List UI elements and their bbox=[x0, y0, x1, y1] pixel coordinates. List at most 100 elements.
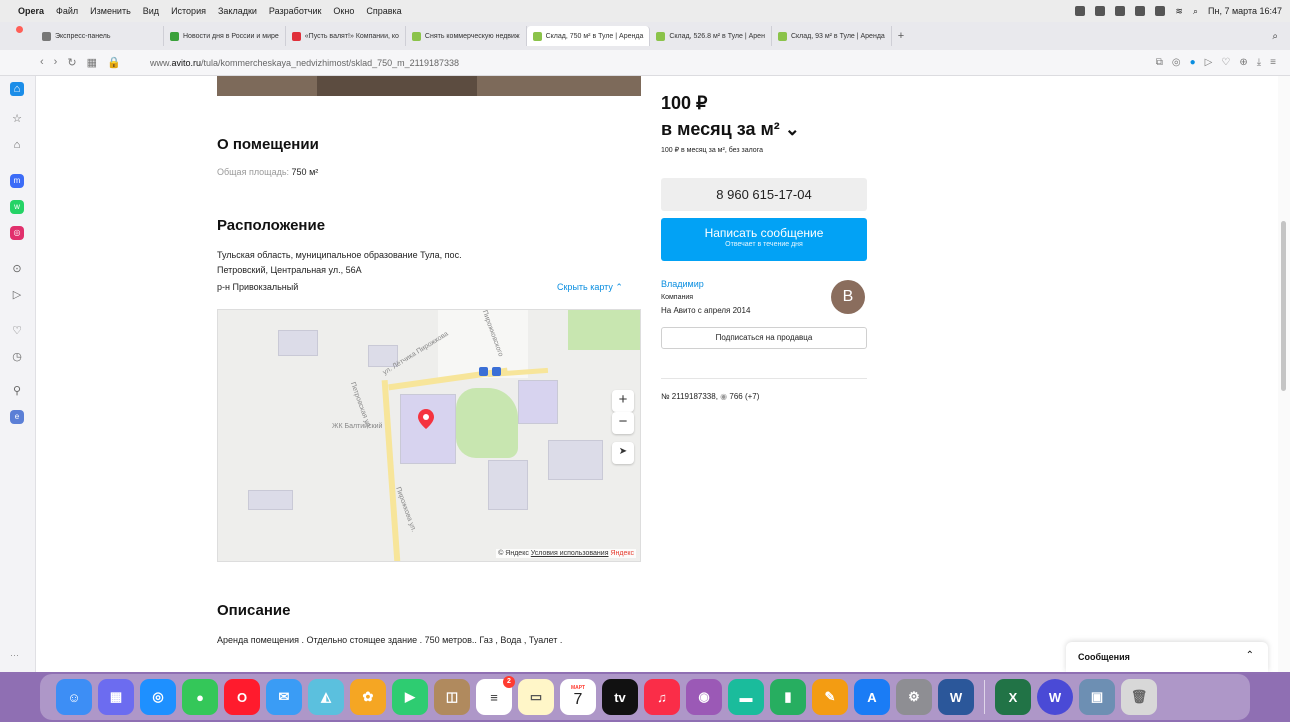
instagram-icon[interactable]: ◎ bbox=[10, 226, 24, 240]
w-app-icon[interactable]: W bbox=[1037, 679, 1073, 715]
reminders-icon[interactable]: ≡ 2 bbox=[476, 676, 515, 715]
launchpad-icon[interactable]: ▦ bbox=[98, 679, 134, 715]
status-icon[interactable] bbox=[1155, 6, 1166, 16]
menu-history[interactable]: История bbox=[171, 6, 206, 16]
opera-icon[interactable]: O bbox=[224, 679, 260, 715]
seller-avatar[interactable]: B bbox=[831, 280, 865, 314]
tab-speed-dial[interactable]: Экспресс-панель bbox=[36, 26, 164, 46]
tab-sklad-93[interactable]: Склад, 93 м² в Туле | Аренда bbox=[772, 26, 892, 46]
history-icon[interactable]: ◷ bbox=[10, 350, 24, 364]
menu-app[interactable]: Opera bbox=[18, 6, 44, 16]
forward-icon[interactable]: › bbox=[54, 56, 58, 69]
clock[interactable]: Пн, 7 марта 16:47 bbox=[1208, 6, 1282, 16]
heart-icon[interactable]: ♡ bbox=[1221, 57, 1230, 68]
notes-icon[interactable]: ▭ bbox=[518, 679, 554, 715]
bus-stop-icon[interactable] bbox=[479, 367, 488, 376]
menu-help[interactable]: Справка bbox=[366, 6, 401, 16]
reload-icon[interactable]: ↻ bbox=[67, 56, 76, 69]
flow-icon[interactable]: ▷ bbox=[1205, 57, 1213, 68]
phone-button[interactable]: 8 960 615-17-04 bbox=[661, 178, 867, 211]
home-icon[interactable]: ⌂ bbox=[10, 82, 24, 96]
menu-developer[interactable]: Разработчик bbox=[269, 6, 321, 16]
pin-icon[interactable]: ⚲ bbox=[10, 384, 24, 398]
tab-label: Склад, 750 м² в Туле | Аренда bbox=[545, 32, 644, 40]
bus-stop-icon[interactable] bbox=[492, 367, 501, 376]
maps-icon[interactable]: ◭ bbox=[308, 679, 344, 715]
photos-icon[interactable]: ✿ bbox=[350, 679, 386, 715]
geolocation-button[interactable]: ➤ bbox=[612, 442, 634, 464]
zoom-out-button[interactable]: − bbox=[612, 412, 634, 434]
download-icon[interactable]: ⤓ bbox=[1257, 57, 1261, 68]
page-scrollbar[interactable] bbox=[1278, 76, 1290, 672]
wallet-icon[interactable]: ⊕ bbox=[1239, 57, 1247, 68]
numbers-icon[interactable]: ▮ bbox=[770, 679, 806, 715]
excel-icon[interactable]: X bbox=[995, 679, 1031, 715]
star-icon[interactable]: ☆ bbox=[10, 112, 24, 126]
safari-icon[interactable]: ◎ bbox=[140, 679, 176, 715]
messages-panel[interactable]: Сообщения ⌃ bbox=[1066, 642, 1268, 672]
back-icon[interactable]: ‹ bbox=[40, 56, 44, 69]
whatsapp-icon[interactable]: w bbox=[10, 200, 24, 214]
podcasts-icon[interactable]: ◉ bbox=[686, 679, 722, 715]
close-window-button[interactable] bbox=[16, 26, 23, 33]
search-icon[interactable]: ⌕ bbox=[1193, 6, 1198, 17]
menu-edit[interactable]: Изменить bbox=[90, 6, 131, 16]
zoom-in-button[interactable]: + bbox=[612, 390, 634, 412]
tab-news[interactable]: Новости дня в России и мире bbox=[164, 26, 286, 46]
heart-icon[interactable]: ♡ bbox=[10, 324, 24, 338]
trash-icon[interactable]: 🗑 bbox=[1121, 679, 1157, 715]
music-icon[interactable]: ♫ bbox=[644, 679, 680, 715]
wifi-icon[interactable]: ≋ bbox=[1175, 6, 1183, 17]
flow-icon[interactable]: ▷ bbox=[10, 288, 24, 302]
sidebar-more-icon[interactable]: ··· bbox=[10, 650, 19, 660]
contacts-icon[interactable]: ◫ bbox=[434, 679, 470, 715]
write-message-label: Написать сообщение bbox=[704, 226, 824, 240]
tab-rent-search[interactable]: Снять коммерческую недвиж bbox=[406, 26, 527, 46]
camera-icon[interactable]: ◎ bbox=[1172, 57, 1181, 68]
keynote-icon[interactable]: ▬ bbox=[728, 679, 764, 715]
finder-icon[interactable]: ☺ bbox=[56, 679, 92, 715]
menu-view[interactable]: Вид bbox=[143, 6, 159, 16]
menu-icon[interactable]: ≡ bbox=[1270, 57, 1276, 68]
mail-icon[interactable]: ✉ bbox=[266, 679, 302, 715]
apple-tv-icon[interactable]: tv bbox=[602, 679, 638, 715]
avito-favicon-icon bbox=[411, 31, 421, 41]
tabs-grid-icon[interactable]: ▦ bbox=[87, 56, 97, 69]
new-tab-button[interactable]: + bbox=[898, 30, 904, 42]
scrollbar-thumb[interactable] bbox=[1281, 221, 1286, 391]
status-icon[interactable] bbox=[1095, 6, 1106, 16]
write-message-button[interactable]: Написать сообщение Отвечает в течение дн… bbox=[661, 218, 867, 261]
bank-icon[interactable]: ⌂ bbox=[10, 138, 24, 152]
menu-window[interactable]: Окно bbox=[333, 6, 354, 16]
player-icon[interactable]: ⊙ bbox=[10, 262, 24, 276]
system-preferences-icon[interactable]: ⚙ bbox=[896, 679, 932, 715]
url-field[interactable]: www.avito.ru/tula/kommercheskaya_nedvizh… bbox=[150, 58, 1156, 68]
calendar-icon[interactable]: МАРТ 7 bbox=[560, 679, 596, 715]
tab-search-icon[interactable]: ⌕ bbox=[1272, 31, 1278, 42]
tab-sklad-750[interactable]: Склад, 750 м² в Туле | Аренда bbox=[526, 26, 651, 46]
yandex-logo[interactable]: Яндекс bbox=[610, 550, 634, 557]
map-terms-link[interactable]: Условия использования bbox=[531, 550, 609, 557]
vpn-icon[interactable]: ● bbox=[1190, 57, 1196, 68]
word-icon[interactable]: W bbox=[938, 679, 974, 715]
messenger-icon[interactable]: m bbox=[10, 174, 24, 188]
snapshot-icon[interactable]: ⧉ bbox=[1156, 57, 1163, 68]
tab-companies[interactable]: «Пусть валят!» Компании, ко bbox=[286, 26, 406, 46]
messages-icon[interactable]: ● bbox=[182, 679, 218, 715]
status-icon[interactable] bbox=[1135, 6, 1146, 16]
tab-sklad-526[interactable]: Склад, 526.8 м² в Туле | Арен bbox=[650, 26, 772, 46]
menu-bookmarks[interactable]: Закладки bbox=[218, 6, 257, 16]
hide-map-link[interactable]: Скрыть карту ⌃ bbox=[557, 280, 623, 295]
status-icon[interactable] bbox=[1115, 6, 1126, 16]
pages-icon[interactable]: ✎ bbox=[812, 679, 848, 715]
status-icon[interactable] bbox=[1075, 6, 1086, 16]
price-period-dropdown[interactable]: в месяц за м² ⌄ bbox=[661, 119, 800, 140]
menu-file[interactable]: Файл bbox=[56, 6, 78, 16]
app-store-icon[interactable]: A bbox=[854, 679, 890, 715]
yandex-map[interactable]: ул. Лётчика Пирожкова Петровская ул. Пир… bbox=[217, 309, 641, 562]
subscribe-seller-button[interactable]: Подписаться на продавца bbox=[661, 327, 867, 349]
facetime-icon[interactable]: ▶ bbox=[392, 679, 428, 715]
chevron-up-icon[interactable]: ⌃ bbox=[1246, 650, 1254, 661]
extension-icon[interactable]: e bbox=[10, 410, 24, 424]
preview-icon[interactable]: ▣ bbox=[1079, 679, 1115, 715]
